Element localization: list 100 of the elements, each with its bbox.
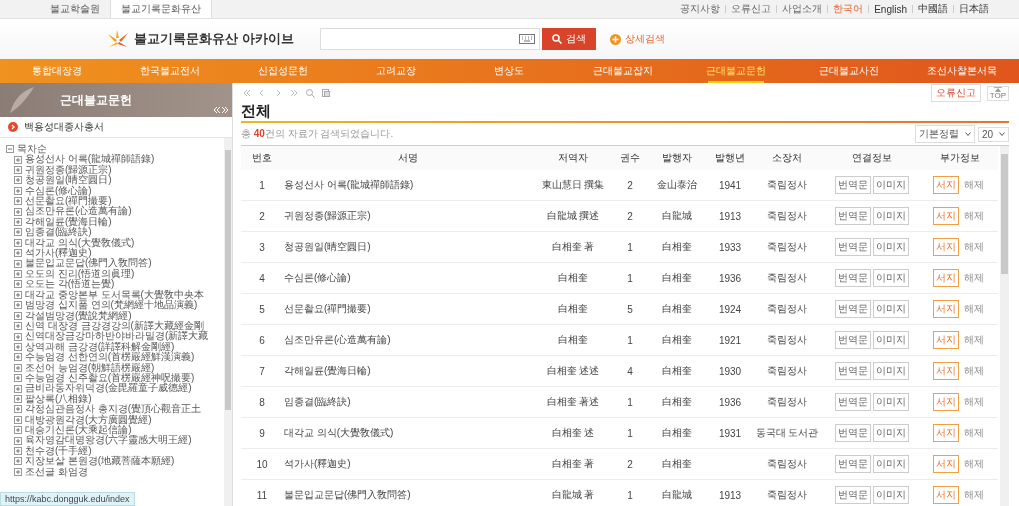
expand-icon[interactable]: [14, 290, 22, 299]
title-link[interactable]: 임종결(臨終訣): [283, 386, 532, 418]
tree-item[interactable]: 대방광원각경(大方廣圓覺經): [25, 414, 152, 425]
expand-icon[interactable]: [14, 374, 22, 383]
link-button[interactable]: 번역문: [835, 424, 871, 442]
expand-icon[interactable]: [14, 311, 22, 320]
expand-icon[interactable]: [14, 270, 22, 279]
report-error-button[interactable]: 오류신고: [930, 84, 981, 102]
tree-item[interactable]: 신역대장금강마하반야바라밀경(新譯大藏: [25, 331, 209, 342]
document-icon[interactable]: [321, 88, 331, 98]
tree-item[interactable]: 대각교 의식(大覺敎儀式): [25, 237, 135, 249]
expand-icon[interactable]: [14, 363, 22, 372]
expand-icon[interactable]: [14, 249, 22, 258]
tree-item[interactable]: 천수경(千手經): [25, 445, 92, 457]
tree-item[interactable]: 지장보살 본원경(地藏菩薩本願經): [25, 456, 175, 467]
tree-item[interactable]: 각정심관음정사 총지경(覺頂心觀音正土: [25, 404, 202, 415]
tree-item[interactable]: 수능엄경 선한연의(首楞嚴經鮮漢演義): [25, 352, 195, 363]
link-button[interactable]: 이미지: [873, 238, 909, 256]
expand-icon[interactable]: [14, 447, 22, 455]
link-button[interactable]: 번역문: [835, 207, 871, 225]
tree-item[interactable]: 용성선사 어록(龍城禪師語錄): [25, 154, 155, 165]
collapse-sidebar-icon[interactable]: [212, 105, 230, 115]
title-link[interactable]: 선문촬요(禪門撮要): [283, 293, 532, 325]
expand-icon[interactable]: [14, 218, 22, 227]
expand-icon[interactable]: [14, 155, 22, 164]
link-button[interactable]: 번역문: [835, 393, 871, 411]
expand-icon[interactable]: [14, 238, 22, 247]
expand-icon[interactable]: [14, 415, 22, 424]
expand-icon[interactable]: [14, 353, 22, 362]
link-button[interactable]: 번역문: [835, 362, 871, 380]
nav-tab[interactable]: 근대불교사진: [792, 59, 906, 83]
search-field[interactable]: [320, 28, 540, 50]
tree-item[interactable]: 각해일륜(覺海日輪): [25, 216, 112, 228]
link-button[interactable]: 번역문: [835, 300, 871, 318]
link-button[interactable]: 번역문: [835, 176, 871, 194]
expand-icon[interactable]: [14, 436, 22, 445]
tree-item[interactable]: 목차순: [17, 144, 47, 155]
expand-icon[interactable]: [14, 197, 22, 206]
title-link[interactable]: 청공원일(晴空圓日): [283, 231, 532, 263]
tree-item[interactable]: 금비라동자위덕경(金毘羅童子威德經): [25, 383, 192, 394]
expand-icon[interactable]: [14, 228, 22, 237]
page-size-dropdown[interactable]: 20: [977, 126, 1009, 142]
last-page-icon[interactable]: [289, 88, 299, 98]
tree-item[interactable]: 수심론(修心論): [25, 185, 92, 197]
link-button[interactable]: 이미지: [873, 176, 909, 194]
expand-icon[interactable]: [14, 405, 22, 414]
title-link[interactable]: 귀원정종(歸源正宗): [283, 200, 532, 232]
tree-item[interactable]: 심조만유론(心造萬有論): [25, 206, 132, 217]
expand-icon[interactable]: [14, 426, 22, 435]
search-button[interactable]: 검색: [542, 28, 596, 50]
tree-item[interactable]: 조선글 화엄경: [25, 466, 88, 477]
tree-item[interactable]: 오도의 진리(悟道의眞理): [25, 268, 135, 280]
tree-item[interactable]: 대승기신론(大乘起信論): [25, 424, 132, 436]
expand-icon[interactable]: [14, 332, 22, 341]
link-button[interactable]: 이미지: [873, 455, 909, 473]
expand-icon[interactable]: [14, 394, 22, 403]
link-button[interactable]: 번역문: [835, 455, 871, 473]
expand-icon[interactable]: [14, 280, 22, 289]
site-tab[interactable]: 불교학술원: [40, 0, 110, 18]
link-button[interactable]: 번역문: [835, 269, 871, 287]
top-link[interactable]: 공지사항: [680, 2, 721, 16]
scrollbar[interactable]: [224, 138, 232, 506]
tree-item[interactable]: 청공원일(晴空圓日): [25, 175, 112, 186]
link-button[interactable]: 이미지: [873, 486, 909, 504]
top-link[interactable]: 오류신고: [731, 2, 772, 16]
title-link[interactable]: 각해일륜(覺海日輪): [283, 355, 532, 387]
title-link[interactable]: 용성선사 어록(龍城禪師語錄): [283, 170, 532, 201]
tree-item[interactable]: 각설범망경(覺說梵網經): [25, 310, 132, 321]
tree-item[interactable]: 팔상록(八相錄): [25, 393, 92, 405]
expand-icon[interactable]: [14, 207, 22, 216]
expand-icon[interactable]: [14, 186, 22, 195]
tree-item[interactable]: 석가사(釋迦史): [25, 248, 92, 259]
scrollbar[interactable]: [1000, 146, 1009, 506]
link-button[interactable]: 이미지: [873, 207, 909, 225]
search-icon[interactable]: [305, 88, 315, 98]
tree-item[interactable]: 선문촬요(禪門撮要): [25, 196, 112, 207]
link-button[interactable]: 번역문: [835, 238, 871, 256]
language-link[interactable]: 中國語: [918, 2, 948, 16]
first-page-icon[interactable]: [241, 88, 251, 98]
link-button[interactable]: 이미지: [873, 393, 909, 411]
expand-icon[interactable]: [14, 301, 22, 310]
link-button[interactable]: 이미지: [873, 424, 909, 442]
link-button[interactable]: 이미지: [873, 331, 909, 349]
collapse-icon[interactable]: [6, 145, 14, 154]
tree-item[interactable]: 불문입교문답(佛門入敎問答): [25, 258, 152, 269]
site-tab[interactable]: 불교기록문화유산: [110, 0, 212, 18]
tree-item[interactable]: 범망경 십지품 연의(梵網經十地品演義): [25, 300, 198, 311]
nav-tab[interactable]: 조선사찰본서목: [905, 59, 1019, 83]
top-link[interactable]: 사업소개: [782, 2, 823, 16]
link-button[interactable]: 이미지: [873, 362, 909, 380]
expand-icon[interactable]: [14, 384, 22, 393]
link-button[interactable]: 번역문: [835, 331, 871, 349]
tree-item[interactable]: 귀원정종(歸源正宗): [25, 164, 112, 176]
tree-item[interactable]: 대각교 중앙본부 도서목록(大覺敎中央本: [25, 289, 204, 301]
title-link[interactable]: 불문입교문답(佛門入敎問答): [283, 479, 532, 506]
tree-item[interactable]: 조선어 능엄경(朝鮮語楞嚴經): [25, 362, 155, 373]
top-button[interactable]: TOP: [986, 85, 1009, 101]
expand-icon[interactable]: [14, 176, 22, 185]
title-link[interactable]: 대각교 의식(大覺敎儀式): [283, 417, 532, 449]
expand-icon[interactable]: [14, 342, 22, 351]
